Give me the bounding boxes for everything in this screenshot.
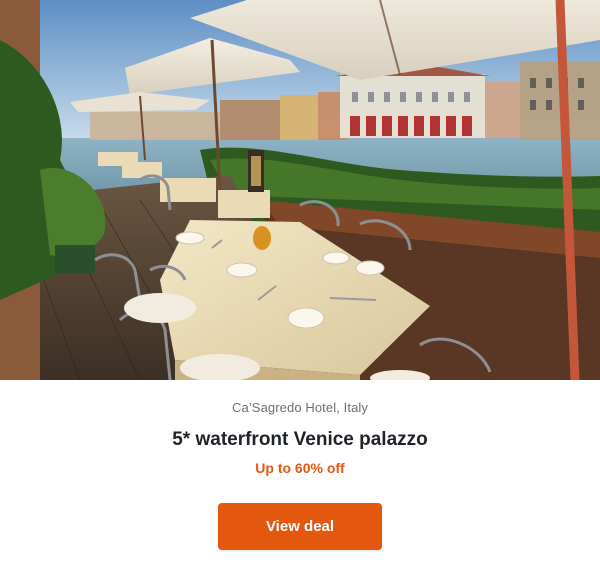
deal-card: Ca’Sagredo Hotel, Italy 5* waterfront Ve… (0, 0, 600, 575)
hero-photo[interactable] (0, 0, 600, 380)
discount-offer: Up to 60% off (255, 460, 345, 476)
deal-title[interactable]: 5* waterfront Venice palazzo (0, 429, 600, 451)
hero-illustration (0, 0, 600, 380)
hotel-location: Ca’Sagredo Hotel, Italy (232, 400, 368, 415)
view-deal-button[interactable]: View deal (218, 503, 382, 550)
deal-info: Ca’Sagredo Hotel, Italy 5* waterfront Ve… (0, 380, 600, 575)
